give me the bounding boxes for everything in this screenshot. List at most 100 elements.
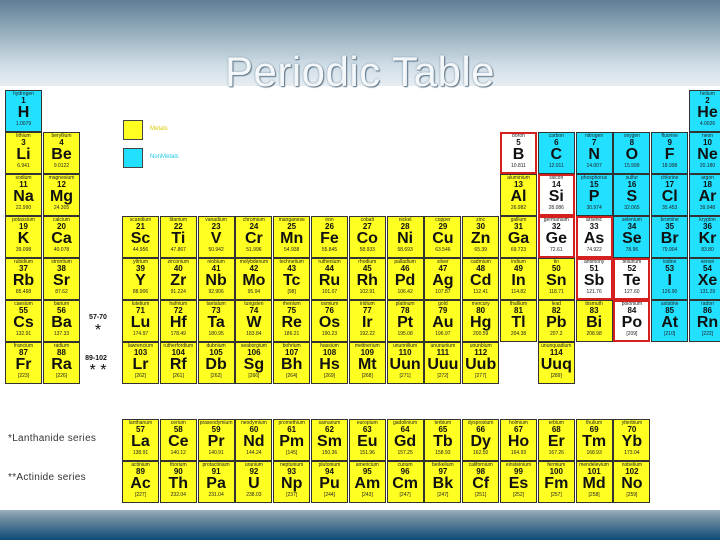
element-symbol: Ne <box>697 146 718 163</box>
element-cell-zinc: zinc 30 Zn 65.39 <box>462 216 500 258</box>
atomic-weight: 173.04 <box>624 450 640 456</box>
element-symbol: Pu <box>319 475 340 492</box>
lanthanide-ref-range: 57-70 <box>89 314 107 321</box>
element-cell-carbon: carbon 6 C 12.011 <box>537 132 575 174</box>
atomic-weight: 35.453 <box>662 205 678 211</box>
element-symbol: Si <box>548 188 564 205</box>
element-symbol: I <box>667 272 672 289</box>
atomic-weight: [259] <box>626 492 638 498</box>
atomic-weight: [251] <box>475 492 487 498</box>
atomic-weight: 63.546 <box>435 247 451 253</box>
element-cell-arsenic: arsenic 33 As 74.922 <box>575 216 613 258</box>
element-symbol: S <box>626 188 638 205</box>
atomic-weight: 102.91 <box>359 289 375 295</box>
atomic-weight: [247] <box>399 492 411 498</box>
element-cell-neon: neon 10 Ne 20.180 <box>689 132 720 174</box>
element-symbol: Lr <box>132 356 149 373</box>
element-symbol: O <box>625 146 639 163</box>
element-symbol: No <box>621 475 643 492</box>
atomic-weight: 87.62 <box>55 289 68 295</box>
atomic-weight: 91.224 <box>170 289 186 295</box>
atomic-weight: 144.24 <box>246 450 262 456</box>
element-cell-meitnerium: meitnerium 109 Mt [268] <box>348 342 386 384</box>
element-symbol: Re <box>281 314 302 331</box>
atomic-weight: 95.94 <box>247 289 261 295</box>
atomic-weight: 178.49 <box>170 331 186 337</box>
element-cell-hafnium: hafnium 72 Hf 178.49 <box>159 300 197 342</box>
atomic-weight: 78.96 <box>625 247 639 253</box>
atomic-weight: 208.98 <box>586 331 602 337</box>
element-symbol: Zr <box>170 272 187 289</box>
element-cell-radium: radium 88 Ra [226] <box>43 342 80 384</box>
atomic-weight: [272] <box>437 373 449 379</box>
element-cell-cobalt: cobalt 27 Co 58.933 <box>348 216 386 258</box>
element-cell-oxygen: oxygen 8 O 15.999 <box>613 132 651 174</box>
element-symbol: Uub <box>465 356 497 373</box>
element-cell-ununquadium: ununquadium 114 Uuq [289] <box>537 342 575 384</box>
element-symbol: Ra <box>51 356 72 373</box>
element-cell-gadolinium: gadolinium 64 Gd 157.25 <box>386 419 424 461</box>
atomic-weight: 186.21 <box>284 331 300 337</box>
atomic-weight: 112.41 <box>473 289 489 295</box>
element-symbol: Sn <box>546 272 567 289</box>
atomic-weight: [269] <box>323 373 336 379</box>
element-cell-seaborgium: seaborgium 106 Sg [266] <box>235 342 273 384</box>
element-symbol: Pt <box>397 314 414 331</box>
element-symbol: Mg <box>49 188 74 205</box>
element-symbol: Bk <box>432 475 454 492</box>
element-cell-protactinium: protactinium 91 Pa 231.04 <box>197 461 235 503</box>
element-symbol: Cs <box>13 314 34 331</box>
atomic-weight: 12.011 <box>548 163 564 169</box>
atomic-weight: 88.906 <box>132 289 149 295</box>
element-cell-silicon: silicon 14 Si 28.086 <box>537 174 575 216</box>
element-symbol: Fm <box>544 475 569 492</box>
element-cell-neptunium: neptunium 93 Np [237] <box>273 461 311 503</box>
element-cell-tantalum: tantalum 73 Ta 180.95 <box>197 300 235 342</box>
element-symbol: Li <box>16 146 31 163</box>
actinide-ref-star: * * <box>89 362 107 379</box>
element-cell-strontium: strontium 38 Sr 87.62 <box>43 258 80 300</box>
element-symbol: Nd <box>243 433 265 450</box>
element-symbol: Np <box>281 475 303 492</box>
element-cell-thorium: thorium 90 Th 232.04 <box>159 461 197 503</box>
element-cell-caesium: caesium 55 Cs 132.91 <box>5 300 42 342</box>
atomic-weight: 157.25 <box>397 450 413 456</box>
element-symbol: Cl <box>661 188 678 205</box>
atomic-weight: [243] <box>361 492 373 498</box>
element-symbol: P <box>588 188 600 205</box>
atomic-weight: 162.50 <box>473 450 489 456</box>
atomic-weight: 15.999 <box>624 163 640 169</box>
element-cell-americium: americium 95 Am [243] <box>348 461 386 503</box>
atomic-weight: 207.2 <box>550 331 563 337</box>
element-cell-nobelium: nobelium 102 No [259] <box>613 461 651 503</box>
element-symbol: Ca <box>51 230 72 247</box>
element-cell-calcium: calcium 20 Ca 40.078 <box>43 216 80 258</box>
element-symbol: Fr <box>15 356 32 373</box>
element-cell-iodine: iodine 53 I 126.90 <box>651 258 689 300</box>
atomic-weight: [145] <box>286 450 298 456</box>
atomic-weight: 30.974 <box>586 205 602 211</box>
element-symbol: Yb <box>621 433 643 450</box>
element-cell-terbium: terbium 65 Tb 158.93 <box>424 419 462 461</box>
legend-metal-swatch <box>123 120 143 140</box>
atomic-weight: [262] <box>134 373 147 379</box>
element-cell-fermium: fermium 100 Fm [257] <box>537 461 575 503</box>
element-cell-copper: copper 29 Cu 63.546 <box>424 216 462 258</box>
element-symbol: Rf <box>169 356 187 373</box>
atomic-weight: [227] <box>134 492 147 498</box>
legend-nonmetal-label: NonMetals <box>150 154 179 160</box>
element-symbol: In <box>511 272 526 289</box>
element-symbol: Db <box>205 356 227 373</box>
element-cell-mendelevium: mendelevium 101 Md [258] <box>575 461 613 503</box>
atomic-weight: 231.04 <box>208 492 224 498</box>
element-symbol: Rh <box>356 272 378 289</box>
element-symbol: Uun <box>389 356 421 373</box>
atomic-weight: 168.93 <box>586 450 602 456</box>
element-symbol: Tm <box>582 433 607 450</box>
element-cell-germanium: germanium 32 Ge 72.61 <box>537 216 575 258</box>
element-cell-barium: barium 56 Ba 137.33 <box>43 300 80 342</box>
element-cell-dysprosium: dysprosium 66 Dy 162.50 <box>462 419 500 461</box>
atomic-weight: 150.36 <box>321 450 338 456</box>
atomic-weight: 196.97 <box>435 331 451 337</box>
element-symbol: N <box>588 146 600 163</box>
